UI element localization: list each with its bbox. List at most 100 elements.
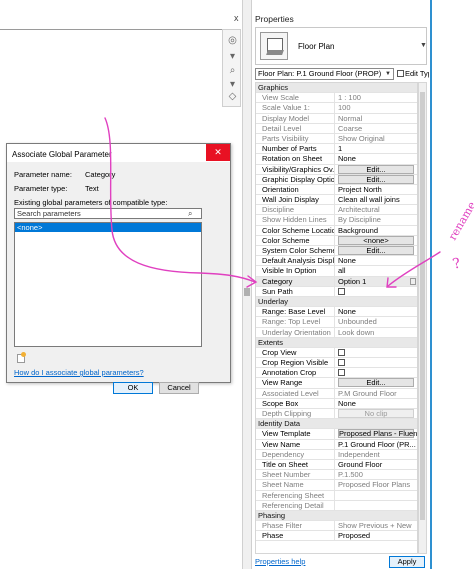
- edit-type-button[interactable]: Edit Type: [397, 68, 436, 80]
- property-row[interactable]: Associated Level P.M Ground Floor: [256, 388, 417, 399]
- property-row[interactable]: Sheet Name Proposed Floor Plans: [256, 480, 417, 491]
- property-value[interactable]: <none>: [335, 235, 417, 245]
- property-value[interactable]: [335, 368, 417, 377]
- property-row[interactable]: Phase Proposed: [256, 531, 417, 542]
- property-edit-button[interactable]: Proposed Plans - Fluent: [338, 429, 417, 439]
- instance-filter-dropdown[interactable]: Floor Plan: P.1 Ground Floor (PROP) ▼: [255, 68, 394, 80]
- property-value[interactable]: Option 1: [335, 277, 417, 286]
- property-value[interactable]: Edit...: [335, 164, 417, 174]
- splitter-grip[interactable]: [244, 288, 250, 296]
- property-group-header[interactable]: Identity Data: [256, 419, 417, 430]
- property-value[interactable]: None: [335, 307, 417, 316]
- property-value[interactable]: None: [335, 399, 417, 408]
- associate-parameter-icon[interactable]: [410, 277, 416, 285]
- property-group-header[interactable]: Phasing: [256, 510, 417, 522]
- property-value[interactable]: [335, 348, 417, 357]
- property-row[interactable]: Number of Parts 1: [256, 144, 417, 155]
- property-value[interactable]: all: [335, 266, 417, 275]
- property-row[interactable]: Referencing Sheet: [256, 490, 417, 501]
- property-row[interactable]: Rotation on Sheet None: [256, 154, 417, 165]
- property-value[interactable]: Edit...: [335, 246, 417, 255]
- property-row[interactable]: Category Option 1: [256, 276, 417, 287]
- property-row[interactable]: Show Hidden Lines By Discipline: [256, 215, 417, 226]
- view-cube-icon[interactable]: ◇: [226, 90, 239, 103]
- property-value[interactable]: Clean all wall joins: [335, 195, 417, 204]
- cancel-button[interactable]: Cancel: [159, 382, 199, 394]
- property-value[interactable]: None: [335, 256, 417, 265]
- checkbox[interactable]: [338, 369, 345, 377]
- checkbox[interactable]: [338, 287, 345, 295]
- apply-button[interactable]: Apply: [389, 556, 425, 568]
- type-selector[interactable]: Floor Plan ▼: [255, 27, 427, 65]
- property-row[interactable]: Scale Value 1: 100: [256, 103, 417, 114]
- property-row[interactable]: Phase Filter Show Previous + New: [256, 521, 417, 532]
- search-icon[interactable]: ⌕: [188, 209, 198, 218]
- property-row[interactable]: Crop View: [256, 347, 417, 359]
- search-input[interactable]: [14, 208, 202, 219]
- property-row[interactable]: System Color Schemes Edit...: [256, 246, 417, 257]
- property-row[interactable]: Underlay Orientation Look down: [256, 327, 417, 338]
- property-row[interactable]: Color Scheme <none>: [256, 235, 417, 246]
- property-edit-button[interactable]: <none>: [338, 235, 414, 245]
- property-group-header[interactable]: Underlay: [256, 296, 417, 308]
- property-row[interactable]: Wall Join Display Clean all wall joins: [256, 195, 417, 206]
- close-view-icon[interactable]: x: [234, 13, 239, 23]
- property-row[interactable]: Sheet Number P.1.500: [256, 470, 417, 481]
- property-row[interactable]: Detail Level Coarse: [256, 123, 417, 134]
- steering-wheel-icon[interactable]: ◎: [226, 34, 239, 47]
- property-value[interactable]: 1: [335, 144, 417, 153]
- property-row[interactable]: View Scale 1 : 100: [256, 93, 417, 104]
- list-item[interactable]: <none>: [15, 223, 201, 232]
- property-value[interactable]: P.1 Ground Floor (PR...: [335, 440, 417, 449]
- nav-dropdown-icon[interactable]: ▾: [226, 50, 239, 63]
- property-row[interactable]: Graphic Display Options Edit...: [256, 174, 417, 185]
- property-value[interactable]: Background: [335, 226, 417, 235]
- property-value[interactable]: Edit...: [335, 174, 417, 184]
- property-row[interactable]: Discipline Architectural: [256, 205, 417, 216]
- properties-scrollbar[interactable]: [418, 82, 427, 554]
- property-row[interactable]: Display Model Normal: [256, 113, 417, 124]
- scrollbar-thumb[interactable]: [420, 92, 425, 520]
- close-icon[interactable]: ✕: [206, 144, 230, 161]
- property-row[interactable]: View Template Proposed Plans - Fluent: [256, 429, 417, 440]
- property-row[interactable]: Range: Base Level None: [256, 307, 417, 318]
- property-row[interactable]: View Name P.1 Ground Floor (PR...: [256, 439, 417, 450]
- property-group-header[interactable]: Extents: [256, 337, 417, 348]
- property-row[interactable]: Visible In Option all: [256, 266, 417, 277]
- property-row[interactable]: Sun Path: [256, 286, 417, 297]
- new-global-parameter-icon[interactable]: [17, 352, 26, 363]
- property-row[interactable]: Range: Top Level Unbounded: [256, 317, 417, 328]
- property-row[interactable]: Default Analysis Displ... None: [256, 256, 417, 267]
- property-row[interactable]: Visibility/Graphics Ov... Edit...: [256, 164, 417, 175]
- property-value[interactable]: Proposed: [335, 531, 417, 540]
- checkbox[interactable]: [338, 359, 345, 367]
- ok-button[interactable]: OK: [113, 382, 153, 394]
- property-row[interactable]: Parts Visibility Show Original: [256, 133, 417, 145]
- property-value[interactable]: [335, 287, 417, 296]
- property-value[interactable]: None: [335, 154, 417, 163]
- property-row[interactable]: Depth Clipping No clip: [256, 409, 417, 420]
- property-group-header[interactable]: Graphics: [256, 83, 417, 94]
- zoom-icon[interactable]: ⌕: [226, 64, 239, 77]
- dialog-help-link[interactable]: How do I associate global parameters?: [14, 368, 144, 377]
- property-value[interactable]: [335, 358, 417, 367]
- property-value[interactable]: Proposed Plans - Fluent: [335, 429, 417, 439]
- properties-help-link[interactable]: Properties help: [255, 557, 305, 566]
- property-value[interactable]: Project North: [335, 185, 417, 194]
- property-edit-button[interactable]: Edit...: [338, 164, 414, 174]
- property-edit-button[interactable]: Edit...: [338, 174, 414, 184]
- property-row[interactable]: Dependency Independent: [256, 449, 417, 460]
- property-row[interactable]: Orientation Project North: [256, 184, 417, 196]
- property-row[interactable]: Title on Sheet Ground Floor: [256, 459, 417, 471]
- property-row[interactable]: Annotation Crop: [256, 368, 417, 379]
- checkbox[interactable]: [338, 348, 345, 356]
- chevron-down-icon[interactable]: ▼: [385, 69, 391, 79]
- property-edit-button[interactable]: Edit...: [338, 378, 414, 388]
- global-parameters-list[interactable]: <none>: [14, 222, 202, 347]
- property-value[interactable]: Edit...: [335, 378, 417, 388]
- property-edit-button[interactable]: Edit...: [338, 246, 414, 255]
- property-row[interactable]: View Range Edit...: [256, 378, 417, 389]
- property-row[interactable]: Scope Box None: [256, 398, 417, 409]
- panel-splitter[interactable]: [242, 0, 252, 569]
- property-row[interactable]: Color Scheme Location Background: [256, 225, 417, 236]
